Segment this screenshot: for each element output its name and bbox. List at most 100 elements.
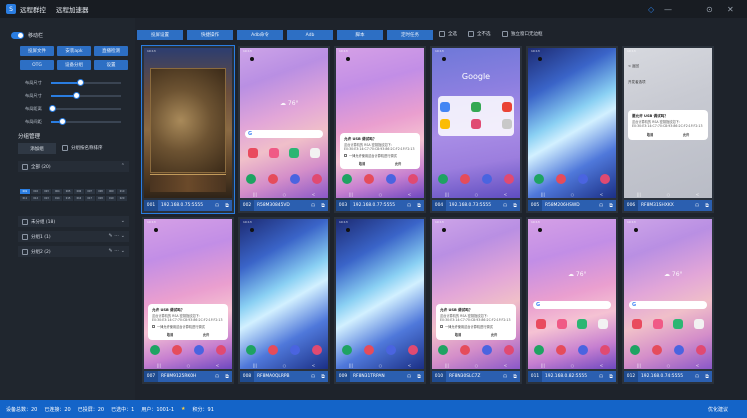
slider-handle[interactable] — [77, 79, 84, 86]
device-tile[interactable]: 10:13 允许 USB 调试吗？ 这台计算机的 RSA 密钥指纹如下： E0:30:… — [430, 217, 522, 384]
app-icon[interactable] — [482, 174, 492, 184]
share-icon[interactable]: ⚇ — [212, 203, 222, 209]
script-button[interactable]: 脚本 — [337, 30, 383, 40]
nav-key[interactable]: ○ — [571, 192, 575, 197]
sort-by-name-checkbox[interactable]: 分组按名称排序 — [62, 145, 103, 151]
open-window-icon[interactable]: ⧉ — [222, 374, 232, 380]
device-screen[interactable]: 10:13 < 返回 开发者选项 要允许 USB 调试吗？ 这台计算机的 RSA 密钥指… — [624, 48, 712, 198]
device-chip[interactable]: 009 — [106, 189, 117, 194]
open-window-icon[interactable]: ⧉ — [222, 203, 232, 209]
slider-layout-size-2[interactable]: 布局尺寸 — [25, 92, 121, 99]
allow-button[interactable]: 允许 — [491, 333, 497, 337]
checkbox-icon[interactable] — [468, 31, 474, 37]
app-icon[interactable] — [438, 174, 448, 184]
nav-key[interactable]: < — [600, 192, 603, 197]
app-icon[interactable] — [502, 102, 512, 112]
nav-key[interactable]: ○ — [379, 192, 383, 197]
device-tile[interactable]: 10:13 ☁ 76° G ||| ○ < 011 192.168.0.82:5555 ⚇ ⧉ — [526, 217, 618, 384]
device-chip[interactable]: 002 — [30, 189, 41, 194]
open-window-icon[interactable]: ⧉ — [510, 374, 520, 380]
app-icon[interactable] — [630, 345, 640, 355]
app-icon[interactable] — [246, 345, 256, 355]
nav-key[interactable]: ○ — [283, 363, 287, 368]
app-icon[interactable] — [290, 174, 300, 184]
device-chip[interactable]: 010 — [117, 189, 127, 194]
device-caption[interactable]: 011 192.168.0.82:5555 ⚇ ⧉ — [528, 371, 616, 382]
google-search-bar[interactable]: G — [245, 130, 323, 138]
device-chip[interactable]: 019 — [106, 196, 117, 201]
app-icon[interactable] — [632, 319, 642, 329]
app-icon[interactable] — [556, 319, 567, 329]
device-tile[interactable]: 10:13 允许 USB 调试吗？ 这台计算机的 RSA 密钥指纹如下： E0:30:… — [142, 217, 234, 384]
app-icon[interactable] — [248, 148, 258, 158]
device-chip[interactable]: 001 — [20, 189, 30, 194]
collapse-icon[interactable]: ⌃ — [121, 163, 125, 169]
app-icon[interactable] — [440, 119, 450, 129]
device-tile[interactable]: 10:13 ||| ○ <008 RF8MA0QLRPB ⚇ ⧉ — [238, 217, 330, 384]
optimize-tips-link[interactable]: 优化建议 — [708, 406, 728, 413]
device-screen[interactable]: 10:13 ☁ 76° G ||| ○ < — [240, 48, 328, 198]
scheduled-task-button[interactable]: 定时任务 — [387, 30, 433, 40]
share-icon[interactable]: ⚇ — [596, 203, 606, 209]
device-tile[interactable]: 10:13 ☁ 76° G ||| ○ <012 192.168.0.74:5555 ⚇ ⧉ — [622, 217, 714, 384]
share-icon[interactable]: ⚇ — [500, 203, 510, 209]
slider-track[interactable] — [49, 105, 121, 112]
slider-handle[interactable] — [73, 92, 80, 99]
app-icon[interactable] — [386, 345, 396, 355]
device-chip[interactable]: 018 — [95, 196, 106, 201]
checkbox-icon[interactable] — [62, 145, 68, 151]
share-icon[interactable]: ⚇ — [500, 374, 510, 380]
open-window-icon[interactable]: ⧉ — [510, 203, 520, 209]
device-caption[interactable]: 006 RF8M31SHXKX ⚇ ⧉ — [624, 200, 712, 211]
device-tile[interactable]: 10:13 001 192.168.0.75:5555 ⚇ ⧉ — [141, 45, 235, 214]
nav-key[interactable]: ○ — [571, 363, 575, 368]
device-chip[interactable]: 011 — [20, 196, 30, 201]
device-caption[interactable]: 005 R58M206HSWD ⚇ ⧉ — [528, 200, 616, 211]
nav-key[interactable]: ○ — [667, 192, 671, 197]
group-actions-icon[interactable]: ✎ ⋯ ⌄ — [108, 233, 125, 239]
google-search-bar[interactable]: G — [629, 301, 707, 309]
app-icon[interactable] — [312, 174, 322, 184]
open-window-icon[interactable]: ⧉ — [702, 374, 712, 380]
nav-key[interactable]: ||| — [253, 363, 257, 368]
share-icon[interactable]: ⚇ — [692, 374, 702, 380]
app-icon[interactable] — [674, 345, 684, 355]
nav-key[interactable]: ||| — [637, 363, 641, 368]
app-icon[interactable] — [364, 345, 374, 355]
nav-key[interactable]: < — [504, 192, 507, 197]
close-icon[interactable]: ✕ — [727, 0, 734, 18]
app-icon[interactable] — [440, 102, 450, 112]
cancel-button[interactable]: 取消 — [359, 162, 365, 166]
open-window-icon[interactable]: ⧉ — [414, 374, 424, 380]
share-icon[interactable]: ⚇ — [404, 203, 414, 209]
nav-key[interactable]: ||| — [541, 192, 545, 197]
slider-handle[interactable] — [59, 118, 66, 125]
allow-button[interactable]: 允许 — [683, 133, 689, 137]
app-icon[interactable] — [696, 345, 706, 355]
app-icon[interactable] — [693, 319, 704, 329]
app-icon[interactable] — [460, 174, 470, 184]
app-icon[interactable] — [502, 119, 512, 129]
app-icon[interactable] — [309, 148, 320, 158]
open-window-icon[interactable]: ⧉ — [702, 203, 712, 209]
device-caption[interactable]: 003 192.168.0.77:5555 ⚇ ⧉ — [336, 200, 424, 211]
device-tile[interactable]: 10:13 允许 USB 调试吗？ 这台计算机的 RSA 密钥指纹如下： E0:30:… — [334, 46, 426, 213]
device-screen[interactable]: 10:13 ☁ 76° G ||| ○ < — [528, 219, 616, 369]
nav-key[interactable]: ○ — [379, 363, 383, 368]
add-group-button[interactable]: 添加组 — [18, 143, 56, 154]
app-icon[interactable] — [246, 174, 256, 184]
allow-button[interactable]: 允许 — [203, 333, 209, 337]
app-icon[interactable] — [342, 345, 352, 355]
device-screen[interactable]: 10:13 Google ||| ○ < — [432, 48, 520, 198]
share-icon[interactable]: ⚇ — [404, 374, 414, 380]
select-none-checkbox[interactable]: 全不选 — [468, 31, 491, 37]
device-chip[interactable]: 014 — [52, 196, 63, 201]
app-icon[interactable] — [578, 174, 588, 184]
cancel-button[interactable]: 取消 — [647, 133, 653, 137]
app-icon[interactable] — [290, 345, 300, 355]
app-icon[interactable] — [504, 174, 514, 184]
device-group-button[interactable]: 设备分组 — [57, 60, 91, 70]
device-chip[interactable]: 015 — [63, 196, 73, 201]
move-bar-toggle[interactable]: 移动栏 — [11, 32, 43, 39]
device-caption[interactable]: 007 RF8M9125RK0H ⚇ ⧉ — [144, 371, 232, 382]
